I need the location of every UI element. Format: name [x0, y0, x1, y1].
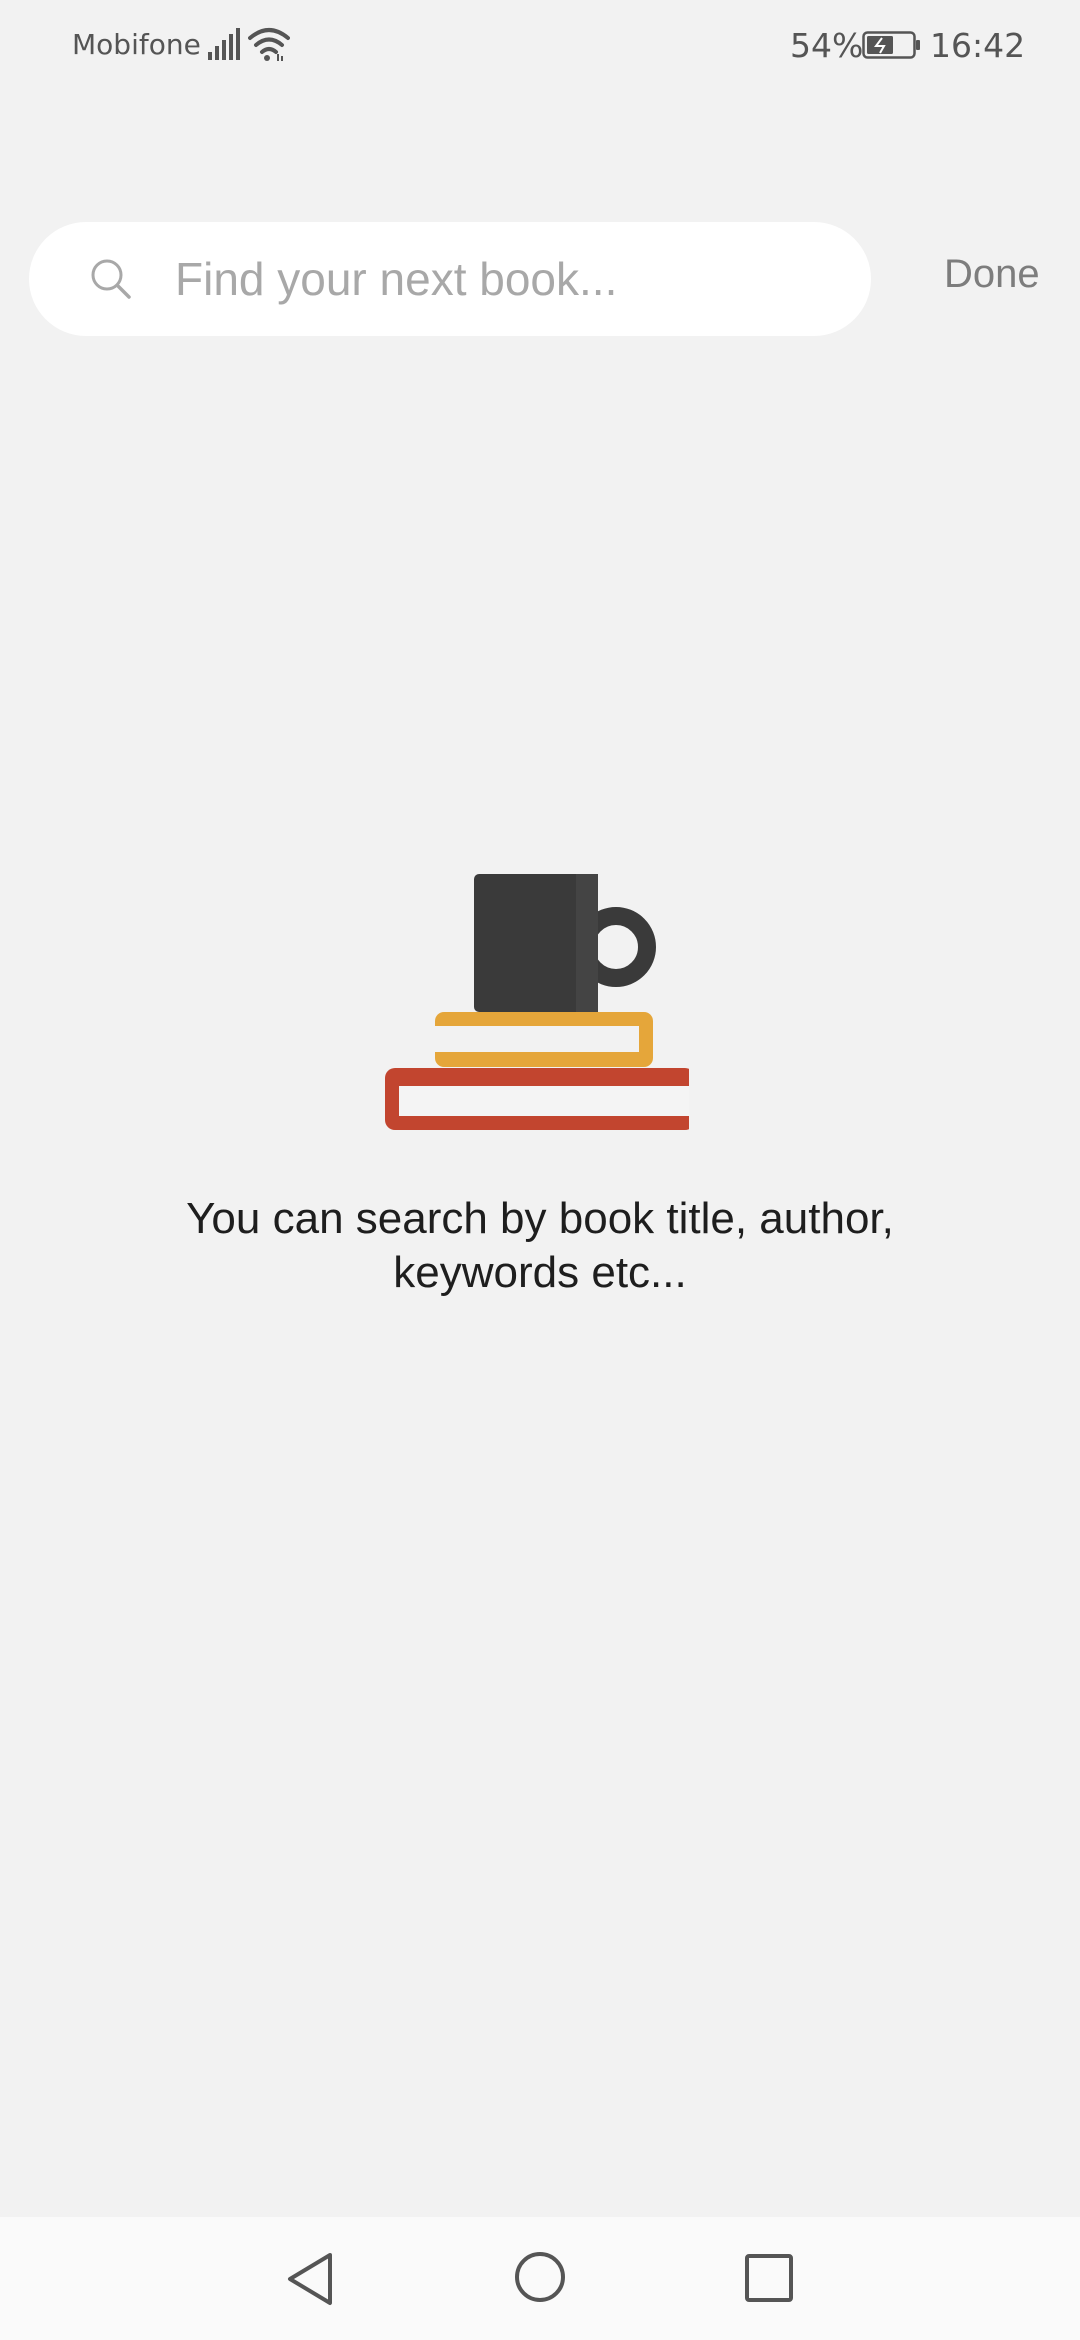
wifi-icon: [248, 28, 290, 61]
home-icon[interactable]: [514, 2251, 566, 2303]
battery-charging-icon: [862, 31, 920, 59]
search-bar[interactable]: [29, 222, 871, 336]
recents-icon[interactable]: [744, 2253, 794, 2303]
carrier-name: Mobifone: [72, 28, 201, 61]
search-icon: [91, 259, 131, 299]
status-time: 16:42: [930, 26, 1026, 65]
status-bar: Mobifone 54% 16:42: [0, 0, 1080, 92]
mug-on-books-icon: [385, 874, 700, 1130]
done-button[interactable]: Done: [944, 252, 1040, 297]
back-icon[interactable]: [284, 2251, 336, 2307]
signal-icon: [208, 28, 240, 60]
system-nav-bar: [0, 2217, 1080, 2340]
empty-state-message: You can search by book title, author, ke…: [186, 1194, 894, 1297]
battery-percent: 54%: [790, 26, 864, 65]
search-input[interactable]: [175, 222, 835, 336]
